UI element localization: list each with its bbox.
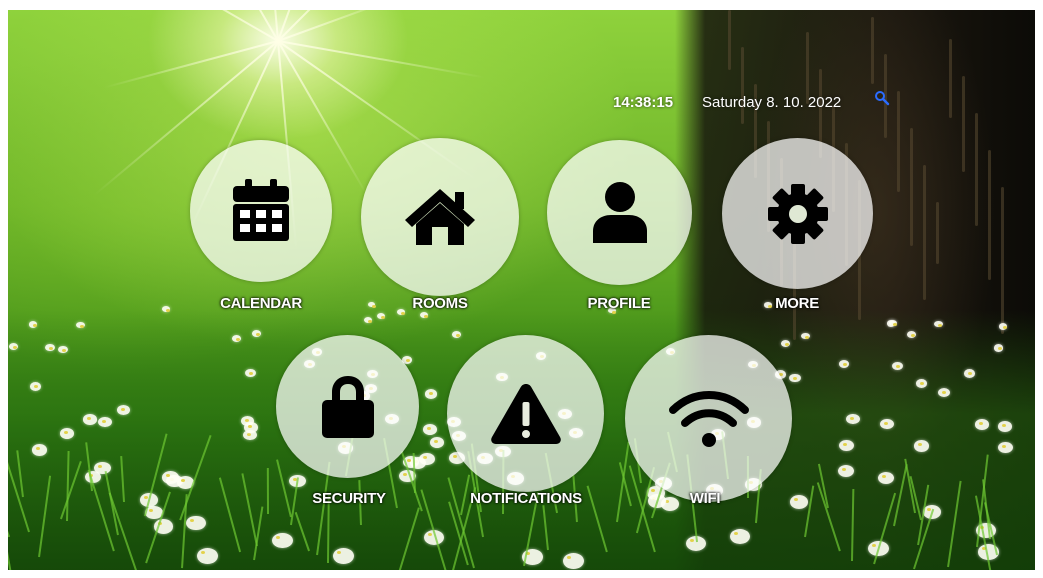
flower <box>32 444 48 456</box>
wifi-icon <box>668 390 749 447</box>
calendar-circle <box>190 140 332 282</box>
clock-date: Saturday 8. 10. 2022 <box>702 94 842 111</box>
flower <box>29 381 42 391</box>
bark-line <box>936 202 939 264</box>
sun-ray <box>121 10 279 42</box>
bark-line <box>910 128 913 246</box>
flower <box>76 321 85 328</box>
bark-line <box>962 76 965 172</box>
bark-line <box>871 17 874 84</box>
house-icon <box>405 189 475 245</box>
notifications-label: NOTIFICATIONS <box>470 490 582 507</box>
flower <box>272 533 293 549</box>
bark-line <box>975 113 978 226</box>
gear-icon <box>767 183 828 244</box>
notifications-circle <box>447 335 604 492</box>
sun-ray <box>277 10 392 42</box>
search-icon[interactable] <box>874 90 890 106</box>
flower <box>892 362 903 371</box>
warning-icon <box>490 383 561 444</box>
bark-line <box>741 47 744 124</box>
flower <box>964 369 976 378</box>
wifi-circle <box>625 335 792 502</box>
user-icon <box>592 181 647 243</box>
bark-line <box>923 165 926 300</box>
flower <box>377 313 385 320</box>
flower <box>425 389 438 399</box>
flower <box>422 424 437 435</box>
flower <box>889 320 898 327</box>
flower <box>251 330 261 337</box>
flower <box>914 440 930 452</box>
flower <box>29 321 38 328</box>
flower <box>332 548 354 565</box>
flower <box>998 323 1008 330</box>
flower <box>45 343 56 352</box>
more-circle <box>722 138 873 289</box>
sun-ray <box>277 40 485 79</box>
bark-line <box>728 10 731 70</box>
flower <box>58 345 68 354</box>
sun-ray <box>277 10 406 42</box>
sun-ray <box>103 40 279 89</box>
rooms-label: ROOMS <box>412 295 468 312</box>
bark-line <box>949 39 952 118</box>
profile-circle <box>547 140 692 285</box>
flower <box>934 320 943 327</box>
flower <box>780 339 791 347</box>
flower <box>83 414 97 425</box>
rooms-circle <box>361 138 519 296</box>
flower <box>363 316 372 323</box>
flower <box>997 441 1013 453</box>
flower <box>562 552 585 569</box>
flower <box>975 419 989 430</box>
flower <box>880 418 895 429</box>
flower <box>789 373 801 383</box>
flower <box>993 344 1004 352</box>
bark-line <box>1001 187 1004 334</box>
calendar-icon <box>233 179 289 241</box>
security-label: SECURITY <box>312 490 386 507</box>
flower <box>244 368 256 377</box>
flower <box>117 404 131 415</box>
clock-time: 14:38:15 <box>613 94 674 111</box>
calendar-label: CALENDAR <box>220 295 302 312</box>
flower <box>906 331 916 338</box>
flower <box>94 462 111 475</box>
lock-icon <box>321 375 374 438</box>
bark-line <box>988 150 991 280</box>
wifi-label: WIFI <box>689 490 721 507</box>
flower <box>420 312 429 319</box>
flower <box>838 359 850 368</box>
profile-label: PROFILE <box>587 295 651 312</box>
security-circle <box>276 335 419 478</box>
flower <box>244 422 258 433</box>
flower <box>186 515 206 531</box>
more-label: MORE <box>775 295 819 312</box>
flower <box>838 439 854 451</box>
bark-line <box>897 91 900 192</box>
home-screen: 14:38:15 Saturday 8. 10. 2022 CALENDAR R… <box>8 10 1035 570</box>
